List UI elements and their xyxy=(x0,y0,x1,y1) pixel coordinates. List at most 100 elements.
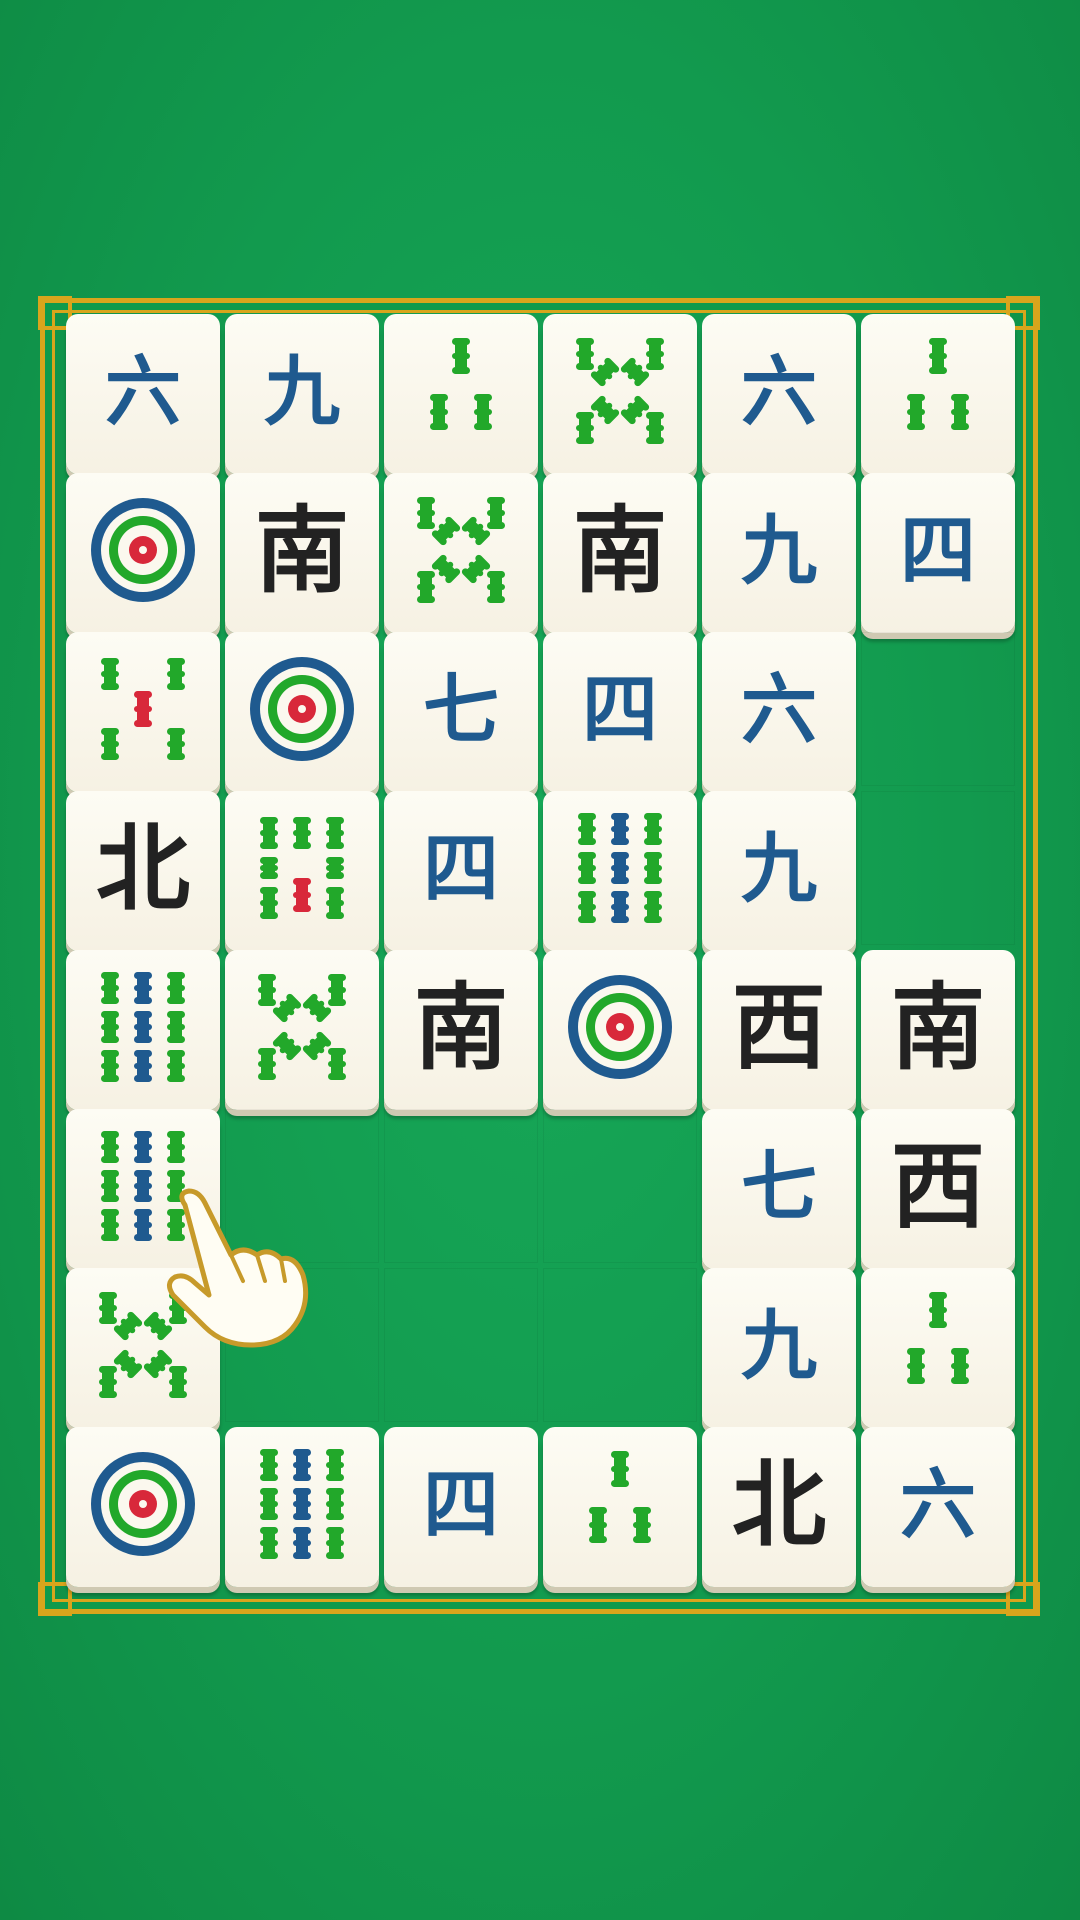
mahjong-tile[interactable] xyxy=(66,1427,220,1587)
mahjong-tile[interactable] xyxy=(861,1268,1015,1428)
hand-pointer-icon xyxy=(167,1188,309,1348)
tile-face-icon xyxy=(568,975,672,1079)
mahjong-tile[interactable]: 九 xyxy=(702,1268,856,1428)
svg-text:六: 六 xyxy=(105,347,181,436)
mahjong-tile[interactable]: 四 xyxy=(861,473,1015,633)
mahjong-tile[interactable] xyxy=(384,473,538,633)
mahjong-tile[interactable]: 六 xyxy=(861,1427,1015,1587)
mahjong-tile[interactable]: 六 xyxy=(66,314,220,474)
tile-face-icon: 四 xyxy=(582,665,658,754)
tile-face-icon: 南 xyxy=(891,974,985,1083)
tile-face-icon: 西 xyxy=(891,1133,985,1242)
mahjong-tile[interactable]: 九 xyxy=(225,314,379,474)
tile-face-icon: 南 xyxy=(573,497,667,606)
mahjong-tile[interactable] xyxy=(861,314,1015,474)
mahjong-tile[interactable]: 南 xyxy=(543,473,697,633)
tile-face-icon xyxy=(260,817,344,919)
mahjong-tile[interactable]: 四 xyxy=(384,791,538,951)
tile-face-icon: 七 xyxy=(423,665,499,754)
svg-text:南: 南 xyxy=(255,497,349,606)
empty-cell xyxy=(384,1268,538,1422)
mahjong-tile[interactable] xyxy=(66,950,220,1110)
mahjong-tile[interactable]: 六 xyxy=(702,632,856,792)
tile-face-icon xyxy=(91,1452,195,1556)
tile-face-icon xyxy=(260,1449,344,1559)
frame-corner-br xyxy=(1006,1582,1040,1616)
mahjong-tile[interactable]: 四 xyxy=(384,1427,538,1587)
mahjong-tile[interactable]: 七 xyxy=(702,1109,856,1269)
tile-face-icon: 九 xyxy=(741,1301,817,1390)
tile-face-icon xyxy=(578,813,662,923)
empty-cell xyxy=(861,791,1015,945)
tile-face-icon xyxy=(576,338,664,444)
svg-text:六: 六 xyxy=(741,347,817,436)
tile-face-icon: 四 xyxy=(423,1460,499,1549)
mahjong-tile[interactable]: 南 xyxy=(384,950,538,1110)
tile-face-icon: 六 xyxy=(741,665,817,754)
tile-face-icon: 九 xyxy=(741,506,817,595)
mahjong-tile[interactable] xyxy=(543,314,697,474)
mahjong-tile[interactable] xyxy=(543,950,697,1110)
tile-face-icon: 四 xyxy=(423,824,499,913)
svg-text:西: 西 xyxy=(732,974,826,1083)
empty-cell xyxy=(543,1268,697,1422)
svg-text:六: 六 xyxy=(900,1460,976,1549)
mahjong-tile[interactable]: 南 xyxy=(861,950,1015,1110)
mahjong-tile[interactable] xyxy=(225,791,379,951)
tile-face-icon: 六 xyxy=(741,347,817,436)
mahjong-tile[interactable]: 西 xyxy=(861,1109,1015,1269)
mahjong-tile[interactable]: 南 xyxy=(225,473,379,633)
svg-text:九: 九 xyxy=(264,347,340,436)
mahjong-tile[interactable]: 六 xyxy=(702,314,856,474)
tile-face-icon: 六 xyxy=(900,1460,976,1549)
svg-text:九: 九 xyxy=(741,506,817,595)
svg-text:南: 南 xyxy=(414,974,508,1083)
tile-face-icon: 九 xyxy=(741,824,817,913)
tile-face-icon: 四 xyxy=(900,506,976,595)
mahjong-tile[interactable]: 七 xyxy=(384,632,538,792)
svg-text:北: 北 xyxy=(732,1451,826,1560)
svg-text:南: 南 xyxy=(573,497,667,606)
svg-text:四: 四 xyxy=(423,824,499,913)
svg-text:九: 九 xyxy=(741,824,817,913)
mahjong-tile[interactable] xyxy=(66,473,220,633)
tile-face-icon: 西 xyxy=(732,974,826,1083)
mahjong-tile[interactable]: 北 xyxy=(66,791,220,951)
svg-text:七: 七 xyxy=(423,665,499,754)
tile-face-icon: 北 xyxy=(96,815,190,924)
tile-face-icon xyxy=(430,338,492,430)
tile-face-icon: 南 xyxy=(255,497,349,606)
empty-cell xyxy=(543,1109,697,1263)
svg-text:四: 四 xyxy=(582,665,658,754)
mahjong-tile[interactable]: 西 xyxy=(702,950,856,1110)
mahjong-tile[interactable] xyxy=(225,632,379,792)
tile-face-icon xyxy=(907,1292,969,1384)
tile-face-icon xyxy=(91,498,195,602)
tile-face-icon xyxy=(589,1451,651,1543)
tile-face-icon: 南 xyxy=(414,974,508,1083)
tile-face-icon xyxy=(907,338,969,430)
mahjong-tile[interactable]: 四 xyxy=(543,632,697,792)
svg-text:七: 七 xyxy=(741,1142,817,1231)
svg-text:六: 六 xyxy=(741,665,817,754)
tile-face-icon xyxy=(417,497,505,603)
mahjong-tile[interactable]: 九 xyxy=(702,791,856,951)
mahjong-tile[interactable]: 北 xyxy=(702,1427,856,1587)
tile-face-icon xyxy=(101,972,185,1082)
svg-text:九: 九 xyxy=(741,1301,817,1390)
tile-face-icon xyxy=(258,974,346,1080)
mahjong-tile[interactable]: 九 xyxy=(702,473,856,633)
svg-text:西: 西 xyxy=(891,1133,985,1242)
mahjong-tile[interactable] xyxy=(384,314,538,474)
frame-corner-bl xyxy=(38,1582,72,1616)
mahjong-tile[interactable] xyxy=(543,791,697,951)
tile-face-icon: 北 xyxy=(732,1451,826,1560)
mahjong-tile[interactable] xyxy=(225,1427,379,1587)
mahjong-tile[interactable] xyxy=(225,950,379,1110)
svg-text:北: 北 xyxy=(96,815,190,924)
mahjong-tile[interactable] xyxy=(66,632,220,792)
svg-text:南: 南 xyxy=(891,974,985,1083)
svg-text:四: 四 xyxy=(423,1460,499,1549)
tile-face-icon: 六 xyxy=(105,347,181,436)
mahjong-tile[interactable] xyxy=(543,1427,697,1587)
